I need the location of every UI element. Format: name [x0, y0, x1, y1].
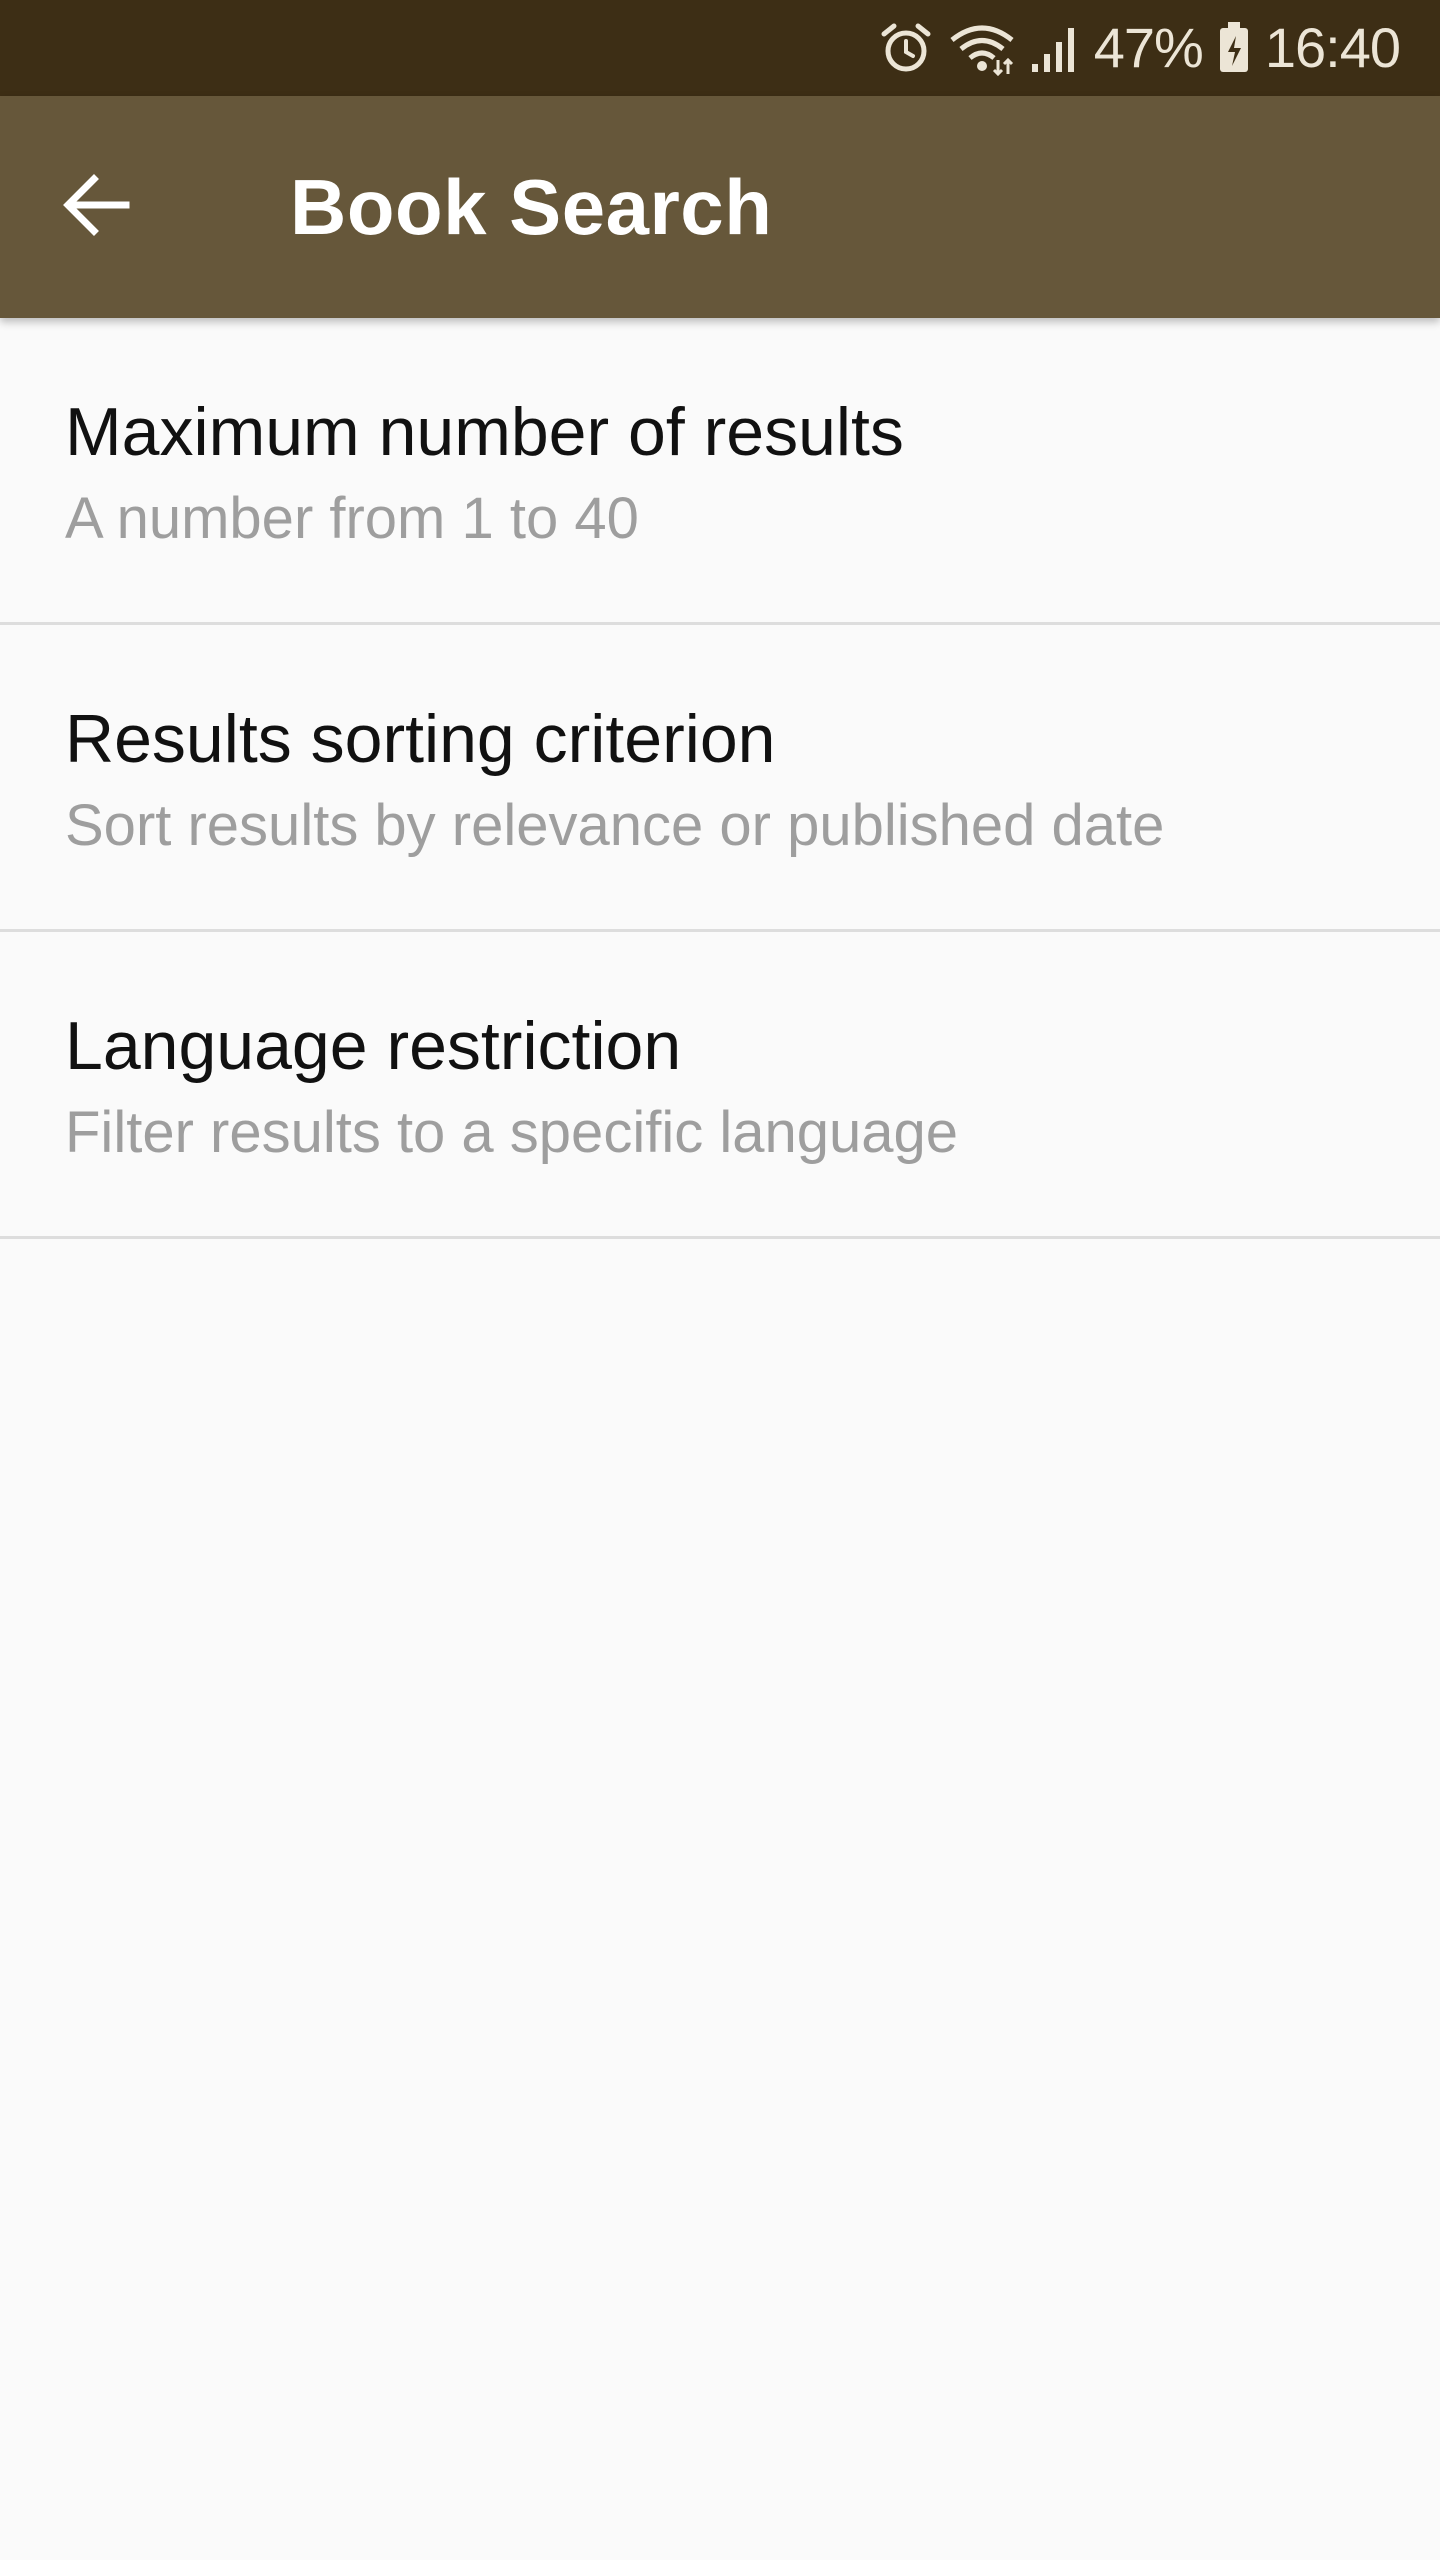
battery-icon — [1217, 20, 1251, 76]
status-icons: 47% 16:40 — [878, 0, 1401, 96]
pref-title: Results sorting criterion — [65, 701, 776, 777]
signal-icon — [1030, 20, 1080, 76]
clock: 16:40 — [1264, 16, 1401, 79]
page-title: Book Search — [290, 162, 773, 251]
arrow-left-icon — [60, 169, 132, 246]
pref-summary: A number from 1 to 40 — [65, 486, 639, 551]
back-button[interactable] — [32, 143, 160, 271]
status-bar: 47% 16:40 — [0, 0, 1440, 96]
app-bar: Book Search — [0, 96, 1440, 318]
wifi-icon — [948, 20, 1016, 76]
pref-summary: Filter results to a specific language — [65, 1100, 958, 1165]
settings-list: Maximum number of results A number from … — [0, 318, 1440, 1239]
battery-percent: 47% — [1093, 16, 1204, 79]
pref-title: Maximum number of results — [65, 394, 904, 470]
pref-item-sort-criterion[interactable]: Results sorting criterion Sort results b… — [0, 625, 1440, 932]
pref-item-language-restriction[interactable]: Language restriction Filter results to a… — [0, 932, 1440, 1239]
pref-item-max-results[interactable]: Maximum number of results A number from … — [0, 318, 1440, 625]
pref-title: Language restriction — [65, 1008, 682, 1084]
pref-summary: Sort results by relevance or published d… — [65, 793, 1165, 858]
alarm-icon — [878, 20, 934, 76]
